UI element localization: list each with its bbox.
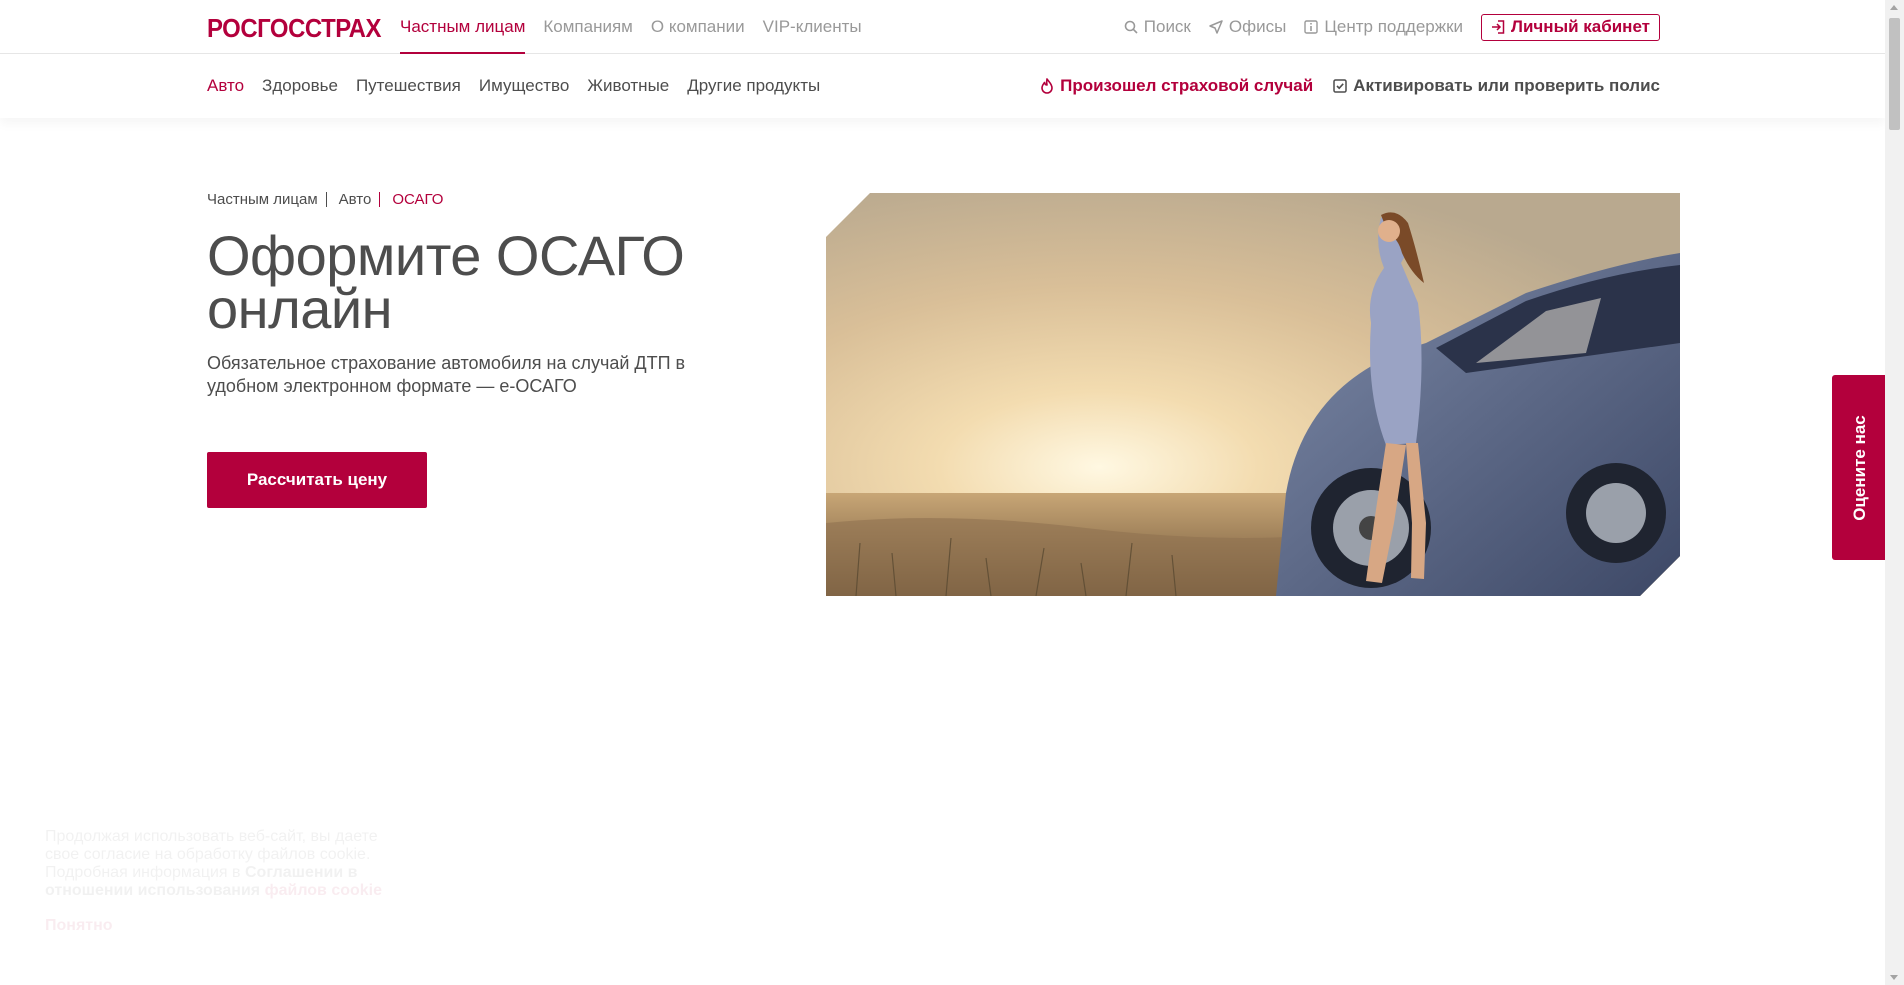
product-nav-other[interactable]: Другие продукты	[687, 76, 820, 96]
breadcrumb: Частным лицам Авто ОСАГО	[207, 191, 443, 208]
tab-companies[interactable]: Компаниям	[543, 0, 632, 54]
calculate-price-button[interactable]: Рассчитать цену	[207, 452, 427, 508]
cookie-policy-link[interactable]: файлов cookie	[265, 882, 382, 899]
sub-utilities: Произошел страховой случай Активировать …	[1020, 54, 1660, 118]
sub-header: Авто Здоровье Путешествия Имущество Живо…	[0, 54, 1885, 118]
location-arrow-icon	[1209, 20, 1223, 34]
page-subtitle: Обязательное страхование автомобиля на с…	[207, 353, 686, 396]
login-icon	[1492, 20, 1505, 34]
offices-label: Офисы	[1228, 17, 1287, 36]
cookie-notice: Продолжая использовать веб-сайт, вы дает…	[45, 828, 405, 935]
top-nav: Частным лицам Компаниям О компании VIP-к…	[400, 0, 880, 54]
insurance-case-label: Произошел страховой случай	[1060, 76, 1314, 95]
rate-us-label: Оцените нас	[1849, 414, 1869, 521]
personal-cabinet-label: Личный кабинет	[1511, 17, 1650, 36]
support-link[interactable]: Центр поддержки	[1304, 17, 1463, 37]
flame-icon	[1041, 78, 1053, 94]
search-link[interactable]: Поиск	[1124, 17, 1191, 37]
hero-image	[826, 193, 1680, 596]
activate-policy-link[interactable]: Активировать или проверить полис	[1333, 76, 1660, 96]
breadcrumb-separator	[379, 192, 381, 207]
info-icon	[1304, 20, 1319, 34]
scrollbar[interactable]	[1885, 0, 1904, 985]
search-icon	[1124, 20, 1138, 34]
tab-about[interactable]: О компании	[651, 0, 745, 54]
scroll-up-arrow[interactable]	[1890, 5, 1898, 10]
cookie-accept-button[interactable]: Понятно	[45, 917, 405, 935]
page-title: Оформите ОСАГО онлайн	[207, 224, 685, 340]
tab-vip[interactable]: VIP-клиенты	[763, 0, 862, 54]
breadcrumb-auto[interactable]: Авто	[339, 191, 372, 208]
activate-policy-label: Активировать или проверить полис	[1353, 76, 1660, 95]
top-utilities: Поиск Офисы Центр поддержки Личный кабин…	[1106, 0, 1660, 54]
breadcrumb-separator	[325, 192, 327, 207]
product-nav-auto[interactable]: Авто	[207, 76, 244, 96]
rate-us-tab[interactable]: Оцените нас	[1832, 375, 1887, 560]
scroll-down-arrow[interactable]	[1890, 975, 1898, 980]
top-header: РОСГОССТРАХ Частным лицам Компаниям О ко…	[0, 0, 1885, 54]
breadcrumb-private[interactable]: Частным лицам	[207, 191, 318, 208]
breadcrumb-current: ОСАГО	[392, 191, 444, 208]
tab-private-persons[interactable]: Частным лицам	[400, 0, 526, 54]
product-nav-animals[interactable]: Животные	[587, 76, 669, 96]
insurance-case-link[interactable]: Произошел страховой случай	[1040, 76, 1313, 96]
offices-link[interactable]: Офисы	[1209, 17, 1286, 37]
personal-cabinet-button[interactable]: Личный кабинет	[1481, 13, 1660, 41]
scrollbar-thumb[interactable]	[1889, 18, 1900, 130]
support-label: Центр поддержки	[1324, 17, 1464, 36]
product-nav-health[interactable]: Здоровье	[262, 76, 338, 96]
product-nav-travel[interactable]: Путешествия	[356, 76, 461, 96]
logo[interactable]: РОСГОССТРАХ	[207, 13, 381, 44]
product-nav-property[interactable]: Имущество	[479, 76, 569, 96]
shield-check-icon	[1333, 79, 1347, 93]
search-label: Поиск	[1143, 17, 1191, 36]
product-nav: Авто Здоровье Путешествия Имущество Живо…	[207, 54, 838, 118]
